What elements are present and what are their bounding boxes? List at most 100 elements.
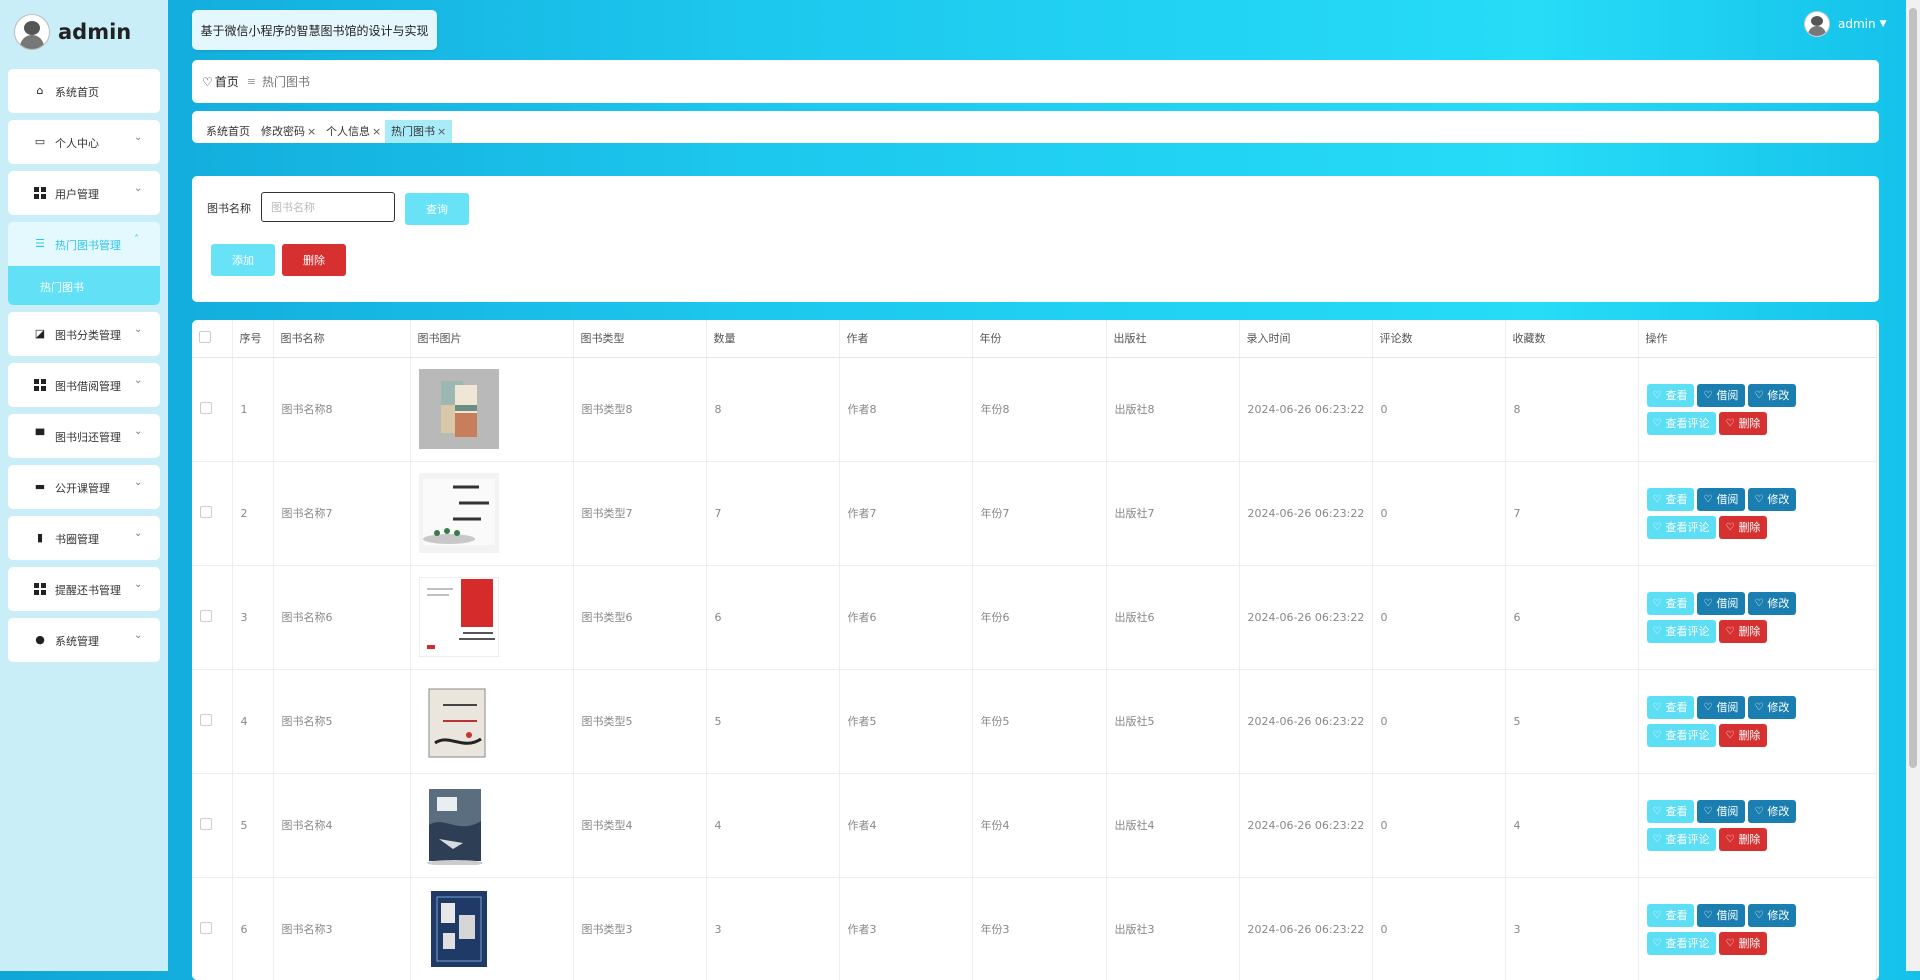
row-select-cell[interactable] (192, 565, 233, 670)
heart-icon: ♡ (202, 74, 213, 89)
sidebar-item-hotbooks-mgmt[interactable]: ☰ 热门图书管理 ˄ (8, 222, 160, 266)
sidebar-item-label: 提醒还书管理 (55, 584, 121, 597)
row-delete-button[interactable]: ♡ 删除 (1719, 619, 1768, 643)
col-header: 图书名称 (273, 320, 411, 358)
cell-comments: 0 (1372, 461, 1506, 566)
view-button[interactable]: ♡ 查看 (1646, 487, 1695, 511)
cell-no: 6 (232, 877, 274, 980)
view-button[interactable]: ♡ 查看 (1646, 383, 1695, 407)
view-comments-button[interactable]: ♡ 查看评论 (1646, 931, 1717, 955)
sidebar-item-categories[interactable]: ◪ 图书分类管理 ⌄ (8, 312, 160, 356)
sidebar-item-label: 公开课管理 (55, 482, 110, 495)
edit-button[interactable]: ♡ 修改 (1748, 591, 1797, 615)
view-comments-button[interactable]: ♡ 查看评论 (1646, 619, 1717, 643)
table-row: 6 图书名称3 图书类型3 3 作者3 年份3 出版社3 2024-06-26 … (192, 877, 1877, 980)
heart-icon: ♡ (1652, 909, 1662, 921)
row-delete-button[interactable]: ♡ 删除 (1719, 515, 1768, 539)
row-select-cell[interactable] (192, 357, 233, 462)
sidebar-subitem-hotbooks[interactable]: 热门图书 (8, 266, 160, 305)
grid-icon (34, 379, 46, 391)
cell-no: 3 (232, 565, 274, 670)
sidebar-item-label: 个人中心 (55, 137, 99, 150)
breadcrumb-separator-icon: ≡ (246, 75, 256, 88)
view-comments-button[interactable]: ♡ 查看评论 (1646, 723, 1717, 747)
view-button[interactable]: ♡ 查看 (1646, 695, 1695, 719)
edit-label: 修改 (1767, 597, 1790, 610)
view-button[interactable]: ♡ 查看 (1646, 799, 1695, 823)
sidebar-item-reminder[interactable]: 提醒还书管理 ⌄ (8, 567, 160, 611)
cell-actions: ♡ 查看 ♡ 借阅 ♡ 修改 ♡ 查看评论 ♡ 删除 (1638, 357, 1877, 462)
query-button[interactable]: 查询 (405, 193, 469, 225)
sidebar-item-system[interactable]: ● 系统管理 ⌄ (8, 618, 160, 662)
chevron-down-icon: ⌄ (134, 183, 143, 194)
delete-button[interactable]: 删除 (282, 244, 346, 276)
close-icon[interactable]: × (437, 125, 446, 138)
chevron-down-icon: ⌄ (134, 132, 143, 143)
row-checkbox[interactable] (200, 921, 212, 934)
edit-button[interactable]: ♡ 修改 (1748, 903, 1797, 927)
col-header: 录入时间 (1239, 320, 1373, 358)
view-comments-button[interactable]: ♡ 查看评论 (1646, 515, 1717, 539)
sidebar: admin ⌂ 系统首页 ▭ 个人中心 ⌄ 用户管理 ⌄ ☰ 热门图书管理 ˄ … (0, 0, 168, 971)
select-all-cell[interactable] (192, 320, 233, 358)
breadcrumb-home[interactable]: ♡ 首页 (202, 73, 239, 90)
tag-profile[interactable]: 个人信息 × (326, 123, 381, 143)
view-button[interactable]: ♡ 查看 (1646, 591, 1695, 615)
row-select-cell[interactable] (192, 669, 233, 774)
col-header: 图书类型 (573, 320, 707, 358)
row-delete-button[interactable]: ♡ 删除 (1719, 931, 1768, 955)
borrow-button[interactable]: ♡ 借阅 (1697, 591, 1746, 615)
row-delete-button[interactable]: ♡ 删除 (1719, 827, 1768, 851)
view-comments-button[interactable]: ♡ 查看评论 (1646, 411, 1717, 435)
tag-home[interactable]: 系统首页 (206, 123, 250, 143)
book-cover-image (418, 473, 499, 553)
row-checkbox[interactable] (200, 609, 212, 622)
row-select-cell[interactable] (192, 461, 233, 566)
sidebar-item-personal[interactable]: ▭ 个人中心 ⌄ (8, 120, 160, 164)
row-checkbox[interactable] (200, 713, 212, 726)
sidebar-item-borrow[interactable]: 图书借阅管理 ⌄ (8, 363, 160, 407)
row-select-cell[interactable] (192, 773, 233, 878)
sidebar-item-users[interactable]: 用户管理 ⌄ (8, 171, 160, 215)
page-scrollbar[interactable] (1906, 0, 1920, 971)
sidebar-item-circle[interactable]: ▮ 书圈管理 ⌄ (8, 516, 160, 560)
chevron-down-icon: ⌄ (134, 528, 143, 539)
sliders-icon: ☰ (35, 237, 45, 250)
search-panel: 图书名称 查询 添加 删除 (192, 176, 1879, 302)
col-header: 评论数 (1372, 320, 1506, 358)
edit-button[interactable]: ♡ 修改 (1748, 487, 1797, 511)
close-icon[interactable]: × (372, 125, 381, 138)
scrollbar-thumb[interactable] (1909, 8, 1917, 768)
view-button[interactable]: ♡ 查看 (1646, 903, 1695, 927)
row-delete-button[interactable]: ♡ 删除 (1719, 411, 1768, 435)
row-checkbox[interactable] (200, 817, 212, 830)
borrow-button[interactable]: ♡ 借阅 (1697, 487, 1746, 511)
tag-hotbooks[interactable]: 热门图书 × (385, 120, 453, 143)
edit-button[interactable]: ♡ 修改 (1748, 383, 1797, 407)
search-input[interactable] (261, 192, 395, 222)
row-delete-button[interactable]: ♡ 删除 (1719, 723, 1768, 747)
sidebar-item-home[interactable]: ⌂ 系统首页 (8, 69, 160, 113)
breadcrumb: ♡ 首页 ≡ 热门图书 (192, 60, 1879, 103)
edit-button[interactable]: ♡ 修改 (1748, 799, 1797, 823)
user-menu[interactable]: admin ▼ (1804, 11, 1887, 37)
sidebar-item-return[interactable]: ▀ 图书归还管理 ⌄ (8, 414, 160, 458)
add-button[interactable]: 添加 (211, 244, 275, 276)
chart-icon: ◪ (34, 327, 46, 340)
cell-actions: ♡ 查看 ♡ 借阅 ♡ 修改 ♡ 查看评论 ♡ 删除 (1638, 669, 1877, 774)
borrow-button[interactable]: ♡ 借阅 (1697, 799, 1746, 823)
sidebar-item-courses[interactable]: ▬ 公开课管理 ⌄ (8, 465, 160, 509)
row-checkbox[interactable] (200, 401, 212, 414)
select-all-checkbox[interactable] (199, 330, 211, 343)
row-checkbox[interactable] (200, 505, 212, 518)
view-comments-button[interactable]: ♡ 查看评论 (1646, 827, 1717, 851)
row-select-cell[interactable] (192, 877, 233, 980)
app-title: 基于微信小程序的智慧图书馆的设计与实现 (192, 10, 437, 50)
borrow-button[interactable]: ♡ 借阅 (1697, 903, 1746, 927)
edit-button[interactable]: ♡ 修改 (1748, 695, 1797, 719)
borrow-button[interactable]: ♡ 借阅 (1697, 695, 1746, 719)
cell-year: 年份5 (972, 669, 1107, 774)
borrow-button[interactable]: ♡ 借阅 (1697, 383, 1746, 407)
tag-password[interactable]: 修改密码 × (261, 123, 316, 143)
close-icon[interactable]: × (307, 125, 316, 138)
